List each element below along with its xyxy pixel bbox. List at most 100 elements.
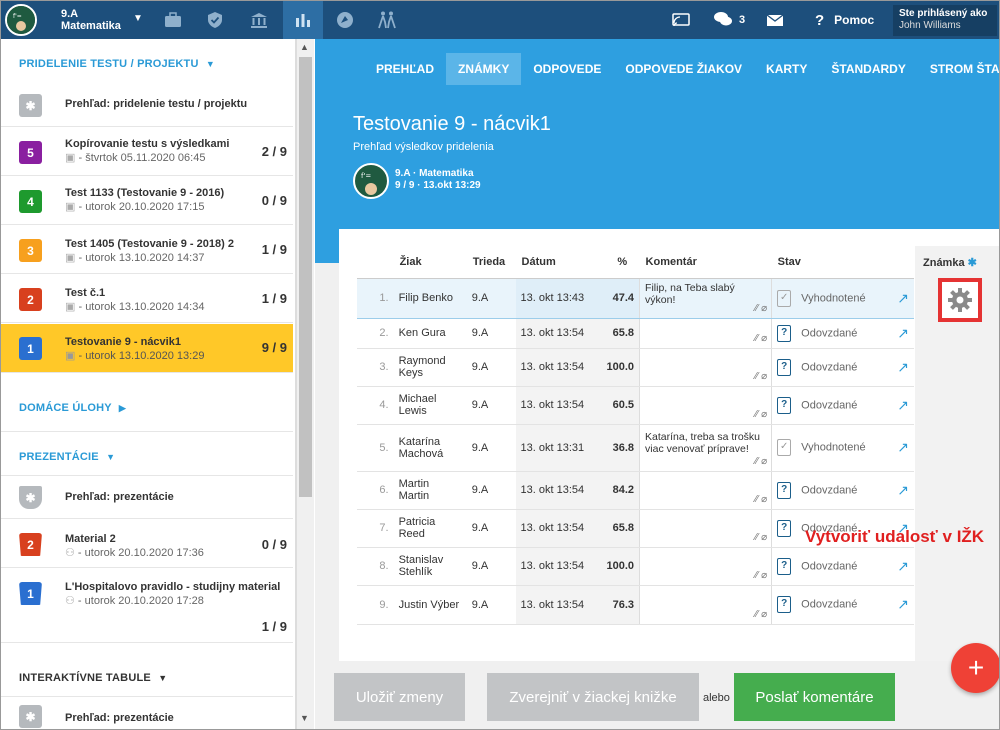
comment-cell[interactable]: ⁄⁄ ⌀ [639, 509, 773, 548]
paperclip-icon[interactable]: ⌀ [761, 609, 767, 620]
student-name[interactable]: Patricia Reed [393, 509, 467, 548]
table-row[interactable]: 9. Justin Výber 9.A 13. okt 13:54 76.3 ⁄⁄ ⌀? O… [357, 585, 914, 625]
sidebar-item-tests-overview[interactable]: ✱ Prehľad: pridelenie testu / projektu [1, 85, 293, 127]
chart-bars-icon[interactable] [283, 1, 323, 39]
sidebar-item-test-3[interactable]: 3 Test 1405 (Testovanie 9 - 2018) 2 ▣ - … [1, 226, 293, 274]
comment-cell[interactable]: Katarína, treba sa trošku viac venovať p… [639, 424, 773, 472]
sidebar-item-presentations-overview[interactable]: ✱ Prehľad: prezentácie [1, 475, 293, 519]
external-link-icon[interactable]: ↗ [897, 359, 909, 376]
external-link-icon[interactable]: ↗ [897, 558, 909, 575]
student-name[interactable]: Justin Výber [393, 585, 467, 625]
resize-handle-icon[interactable]: ⁄⁄ [755, 570, 758, 581]
help-button[interactable]: ? Pomoc [815, 1, 874, 39]
sidebar-item-test-4[interactable]: 4 Test 1133 (Testovanie 9 - 2016) ▣ - ut… [1, 177, 293, 225]
publish-to-gradebook-button[interactable]: Zverejniť v žiackej knižke [487, 673, 699, 721]
student-name[interactable]: Raymond Keys [393, 348, 467, 387]
table-row[interactable]: 4. Michael Lewis 9.A 13. okt 13:54 60.5 ⁄⁄ ⌀?… [357, 386, 914, 425]
resize-handle-icon[interactable]: ⁄⁄ [755, 371, 758, 382]
comment-cell[interactable]: ⁄⁄ ⌀ [639, 471, 773, 510]
tab-grades[interactable]: ZNÁMKY [446, 53, 522, 85]
scrollbar-thumb[interactable] [299, 57, 312, 497]
student-name[interactable]: Ken Gura [393, 318, 467, 349]
messages-button[interactable]: 3 [713, 1, 745, 39]
paperclip-icon[interactable]: ⌀ [761, 333, 767, 344]
header-student[interactable]: Žiak [393, 246, 467, 279]
sidebar-scrollbar[interactable]: ▲ ▼ [296, 39, 314, 729]
comment-cell[interactable]: ⁄⁄ ⌀ [639, 386, 773, 425]
section-boards-toggle[interactable]: INTERAKTÍVNE TABULE ▼ [19, 672, 167, 684]
user-account[interactable]: Ste prihlásený ako John Williams [893, 5, 997, 36]
external-link-icon[interactable]: ↗ [897, 325, 909, 342]
paperclip-icon[interactable]: ⌀ [761, 409, 767, 420]
comment-cell[interactable]: ⁄⁄ ⌀ [639, 318, 773, 349]
cast-screen-icon[interactable] [661, 1, 701, 39]
comment-cell[interactable]: ⁄⁄ ⌀ [639, 547, 773, 586]
paperclip-icon[interactable]: ⌀ [761, 494, 767, 505]
table-row[interactable]: 8. Stanislav Stehlík 9.A 13. okt 13:54 100.0… [357, 547, 914, 586]
resize-handle-icon[interactable]: ⁄⁄ [755, 333, 758, 344]
tab-answers[interactable]: ODPOVEDE [521, 53, 613, 85]
resize-handle-icon[interactable]: ⁄⁄ [755, 303, 758, 314]
header-date[interactable]: Dátum [515, 246, 599, 279]
student-name[interactable]: Stanislav Stehlík [393, 547, 467, 586]
external-link-icon[interactable]: ↗ [897, 596, 909, 613]
tab-overview[interactable]: PREHĽAD [364, 53, 446, 85]
sidebar-item-test-2[interactable]: 2 Test č.1 ▣ - utorok 13.10.2020 14:34 1… [1, 275, 293, 323]
tab-cards[interactable]: KARTY [754, 53, 819, 85]
student-name[interactable]: Filip Benko [393, 277, 467, 319]
shield-check-icon[interactable] [195, 1, 235, 39]
tab-student-answers[interactable]: ODPOVEDE ŽIAKOV [613, 53, 754, 85]
table-row[interactable]: 3. Raymond Keys 9.A 13. okt 13:54 100.0 ⁄⁄ ⌀?… [357, 348, 914, 387]
resize-handle-icon[interactable]: ⁄⁄ [755, 494, 758, 505]
section-tests-toggle[interactable]: PRIDELENIE TESTU / PROJEKTU ▼ [19, 58, 215, 70]
briefcase-icon[interactable] [153, 1, 193, 39]
walking-people-icon[interactable] [367, 1, 407, 39]
create-event-gear-button[interactable] [938, 278, 982, 322]
resize-handle-icon[interactable]: ⁄⁄ [755, 409, 758, 420]
table-row[interactable]: 2. Ken Gura 9.A 13. okt 13:54 65.8 ⁄⁄ ⌀? Odovz… [357, 318, 914, 349]
institution-icon[interactable] [239, 1, 279, 39]
external-link-icon[interactable]: ↗ [897, 482, 909, 499]
external-link-icon[interactable]: ↗ [897, 290, 909, 307]
table-row[interactable]: 5. Katarína Machová 9.A 13. okt 13:31 36.8 Ka… [357, 424, 914, 472]
student-name[interactable]: Katarína Machová [393, 424, 467, 472]
comment-cell[interactable]: Filip, na Teba slabý výkon! ⁄⁄ ⌀ [639, 277, 773, 319]
comment-cell[interactable]: ⁄⁄ ⌀ [639, 585, 773, 625]
table-row[interactable]: 6. Martin Martin 9.A 13. okt 13:54 84.2 ⁄⁄ ⌀?… [357, 471, 914, 510]
header-status[interactable]: Stav [771, 246, 914, 279]
scroll-up-icon[interactable]: ▲ [300, 42, 309, 52]
header-class[interactable]: Trieda [466, 246, 516, 279]
sidebar-item-test-5[interactable]: 5 Kopírovanie testu s výsledkami ▣ - štv… [1, 128, 293, 176]
sidebar-item-boards-overview[interactable]: ✱ Prehľad: prezentácie [1, 696, 293, 729]
external-link-icon[interactable]: ↗ [897, 439, 909, 456]
comment-cell[interactable]: ⁄⁄ ⌀ [639, 348, 773, 387]
header-percent[interactable]: % [598, 246, 640, 279]
paperclip-icon[interactable]: ⌀ [761, 303, 767, 314]
student-name[interactable]: Michael Lewis [393, 386, 467, 425]
envelope-icon[interactable] [755, 1, 795, 39]
send-comments-button[interactable]: Poslať komentáre [734, 673, 895, 721]
resize-handle-icon[interactable]: ⁄⁄ [755, 456, 758, 467]
student-name[interactable]: Martin Martin [393, 471, 467, 510]
tab-standards[interactable]: ŠTANDARDY [819, 53, 917, 85]
save-changes-button[interactable]: Uložiť zmeny [334, 673, 465, 721]
sidebar-item-presentation-2[interactable]: 2 Material 2 ⚇ - utorok 20.10.2020 17:36… [1, 520, 293, 568]
paperclip-icon[interactable]: ⌀ [761, 456, 767, 467]
rocket-icon[interactable] [325, 1, 365, 39]
section-homework-toggle[interactable]: DOMÁCE ÚLOHY ▶ [19, 402, 126, 414]
sidebar-item-test-1[interactable]: 1 Testovanie 9 - nácvik1 ▣ - utorok 13.1… [1, 324, 293, 373]
external-link-icon[interactable]: ↗ [897, 397, 909, 414]
tab-standards-tree[interactable]: STROM ŠTANDARDOV [918, 53, 999, 85]
resize-handle-icon[interactable]: ⁄⁄ [755, 609, 758, 620]
add-button[interactable]: + [951, 643, 999, 693]
paperclip-icon[interactable]: ⌀ [761, 570, 767, 581]
class-selector[interactable]: f'= 9.A Matematika ▼ [5, 3, 155, 37]
table-row[interactable]: 1. Filip Benko 9.A 13. okt 13:43 47.4 Filip, … [357, 277, 914, 319]
gear-icon[interactable]: ✱ [968, 257, 977, 269]
scroll-down-icon[interactable]: ▼ [300, 713, 309, 723]
sidebar-item-presentation-1[interactable]: 1 L'Hospitalovo pravidlo - studijny mate… [1, 569, 293, 643]
paperclip-icon[interactable]: ⌀ [761, 532, 767, 543]
resize-handle-icon[interactable]: ⁄⁄ [755, 532, 758, 543]
paperclip-icon[interactable]: ⌀ [761, 371, 767, 382]
section-presentations-toggle[interactable]: PREZENTÁCIE ▼ [19, 451, 115, 463]
